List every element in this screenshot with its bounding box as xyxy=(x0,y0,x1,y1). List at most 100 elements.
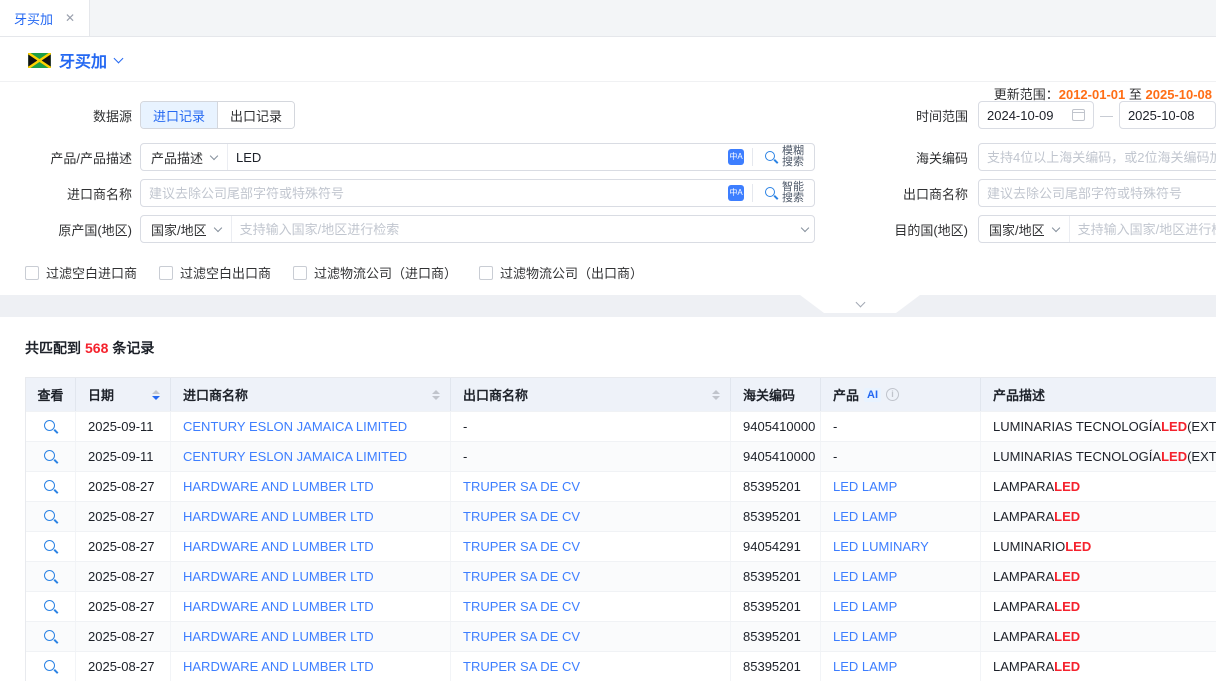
col-header-date[interactable]: 日期 xyxy=(76,378,171,411)
description-cell: LUMINARIO LED xyxy=(981,532,1216,561)
product-link[interactable]: LED LAMP xyxy=(833,659,897,674)
product-link[interactable]: LED LAMP xyxy=(833,479,897,494)
translate-icon[interactable] xyxy=(728,185,744,201)
chevron-down-icon xyxy=(210,151,218,159)
col-header-importer[interactable]: 进口商名称 xyxy=(171,378,451,411)
close-icon[interactable]: ✕ xyxy=(65,11,75,25)
country-selector[interactable]: 牙买加 xyxy=(28,48,122,72)
product-type-select[interactable]: 产品描述 xyxy=(141,144,228,170)
table-header: 查看 日期 进口商名称 出口商名称 海关编码 产品 xyxy=(26,378,1216,411)
info-icon[interactable] xyxy=(886,388,899,401)
tab-jamaica[interactable]: 牙买加 ✕ xyxy=(0,0,90,36)
importer-link[interactable]: CENTURY ESLON JAMAICA LIMITED xyxy=(183,419,407,434)
importer-link[interactable]: HARDWARE AND LUMBER LTD xyxy=(183,479,374,494)
view-record-icon[interactable] xyxy=(44,420,58,434)
desc-highlight: LED xyxy=(1054,629,1080,644)
desc-highlight: LED xyxy=(1161,449,1187,464)
checkbox-filter-blank-exporter[interactable]: 过滤空白出口商 xyxy=(159,263,271,282)
view-record-icon[interactable] xyxy=(44,570,58,584)
importer-link[interactable]: HARDWARE AND LUMBER LTD xyxy=(183,659,374,674)
collapse-panel-button[interactable] xyxy=(800,295,920,313)
desc-pre: LAMPARA xyxy=(993,659,1054,674)
tab-title: 牙买加 xyxy=(14,9,53,28)
origin-search-input[interactable] xyxy=(232,222,802,237)
col-header-product: 产品 AI xyxy=(821,378,981,411)
end-date-input[interactable]: 2025-10-08 xyxy=(1119,101,1216,129)
destination-search-input[interactable] xyxy=(1070,222,1216,237)
origin-row: 原产国(地区) 国家/地区 xyxy=(0,215,815,243)
exporter-name-input[interactable] xyxy=(979,186,1216,201)
checkbox-filter-logistics-importer[interactable]: 过滤物流公司（进口商） xyxy=(293,263,457,282)
sort-icons-date[interactable] xyxy=(152,390,160,400)
product-row: 产品/产品描述 产品描述 模糊 搜索 xyxy=(0,143,815,171)
importer-link[interactable]: HARDWARE AND LUMBER LTD xyxy=(183,629,374,644)
chevron-down-icon[interactable] xyxy=(114,53,124,63)
product-link: - xyxy=(833,449,837,464)
view-cell xyxy=(26,562,76,591)
exporter-cell: TRUPER SA DE CV xyxy=(451,622,731,651)
exporter-link[interactable]: TRUPER SA DE CV xyxy=(463,599,580,614)
importer-cell: HARDWARE AND LUMBER LTD xyxy=(171,532,451,561)
product-link[interactable]: LED LUMINARY xyxy=(833,539,929,554)
product-cell: - xyxy=(821,412,981,441)
product-link[interactable]: LED LAMP xyxy=(833,509,897,524)
hs-code-input[interactable] xyxy=(979,150,1216,165)
product-link[interactable]: LED LAMP xyxy=(833,599,897,614)
view-cell xyxy=(26,652,76,681)
importer-input-suffix: 智能 搜索 xyxy=(728,182,814,204)
importer-cell: HARDWARE AND LUMBER LTD xyxy=(171,652,451,681)
destination-country-select[interactable]: 国家/地区 xyxy=(979,216,1070,242)
exporter-link[interactable]: TRUPER SA DE CV xyxy=(463,479,580,494)
importer-row: 进口商名称 智能 搜索 xyxy=(0,179,815,207)
view-record-icon[interactable] xyxy=(44,600,58,614)
importer-link[interactable]: CENTURY ESLON JAMAICA LIMITED xyxy=(183,449,407,464)
calendar-icon[interactable] xyxy=(1072,109,1085,121)
fuzzy-search-button[interactable]: 模糊 搜索 xyxy=(761,146,808,168)
checkbox-filter-blank-importer[interactable]: 过滤空白进口商 xyxy=(25,263,137,282)
importer-link[interactable]: HARDWARE AND LUMBER LTD xyxy=(183,599,374,614)
tab-import-records[interactable]: 进口记录 xyxy=(141,102,217,128)
importer-link[interactable]: HARDWARE AND LUMBER LTD xyxy=(183,509,374,524)
exporter-link[interactable]: TRUPER SA DE CV xyxy=(463,539,580,554)
exporter-link[interactable]: TRUPER SA DE CV xyxy=(463,569,580,584)
chevron-down-icon[interactable] xyxy=(801,223,809,231)
chevron-down-icon xyxy=(855,297,865,307)
product-search-input[interactable] xyxy=(228,150,728,165)
checkbox-icon[interactable] xyxy=(25,266,39,280)
view-record-icon[interactable] xyxy=(44,450,58,464)
sort-icons-importer[interactable] xyxy=(432,390,440,400)
product-link[interactable]: LED LAMP xyxy=(833,629,897,644)
destination-row: 目的国(地区) 国家/地区 xyxy=(830,215,1216,243)
hs-code-cell: 85395201 xyxy=(731,502,821,531)
smart-search-button[interactable]: 智能 搜索 xyxy=(761,182,808,204)
importer-link[interactable]: HARDWARE AND LUMBER LTD xyxy=(183,539,374,554)
exporter-link[interactable]: TRUPER SA DE CV xyxy=(463,659,580,674)
date-cell: 2025-08-27 xyxy=(76,562,171,591)
view-cell xyxy=(26,502,76,531)
view-record-icon[interactable] xyxy=(44,480,58,494)
data-source-segmented: 进口记录 出口记录 xyxy=(140,101,295,129)
sort-icons-exporter[interactable] xyxy=(712,390,720,400)
view-record-icon[interactable] xyxy=(44,660,58,674)
importer-link[interactable]: HARDWARE AND LUMBER LTD xyxy=(183,569,374,584)
col-header-exporter[interactable]: 出口商名称 xyxy=(451,378,731,411)
view-record-icon[interactable] xyxy=(44,630,58,644)
exporter-link[interactable]: TRUPER SA DE CV xyxy=(463,509,580,524)
view-record-icon[interactable] xyxy=(44,510,58,524)
product-link[interactable]: LED LAMP xyxy=(833,569,897,584)
start-date-input[interactable]: 2024-10-09 xyxy=(978,101,1094,129)
view-record-icon[interactable] xyxy=(44,540,58,554)
exporter-link[interactable]: TRUPER SA DE CV xyxy=(463,629,580,644)
checkbox-icon[interactable] xyxy=(159,266,173,280)
checkbox-filter-logistics-exporter[interactable]: 过滤物流公司（出口商） xyxy=(479,263,643,282)
tab-export-records[interactable]: 出口记录 xyxy=(217,102,294,128)
col-header-label: 产品 xyxy=(833,385,859,404)
importer-name-input[interactable] xyxy=(141,186,728,201)
date-cell: 2025-08-27 xyxy=(76,472,171,501)
checkbox-icon[interactable] xyxy=(479,266,493,280)
hs-code-row: 海关编码 xyxy=(830,143,1216,171)
checkbox-icon[interactable] xyxy=(293,266,307,280)
origin-country-select[interactable]: 国家/地区 xyxy=(141,216,232,242)
desc-pre: LAMPARA xyxy=(993,599,1054,614)
translate-icon[interactable] xyxy=(728,149,744,165)
